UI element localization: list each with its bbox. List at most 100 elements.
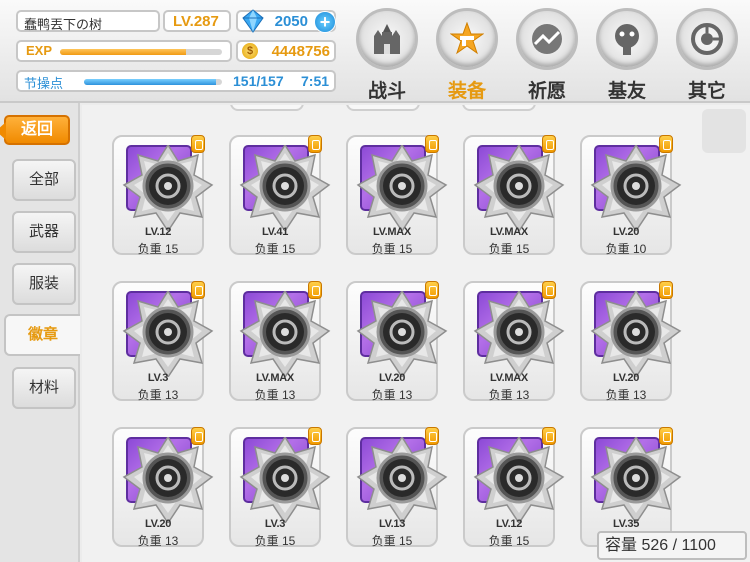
badge-item-card[interactable]: LV.20 负重 13: [346, 281, 448, 402]
top-status-bar: 蠢鸭丟下の树 LV.287 2050 + EXP $ 4448756 节操点 1…: [0, 0, 750, 103]
badge-item-card[interactable]: LV.MAX 负重 13: [463, 281, 565, 402]
item-level: LV.35: [612, 518, 640, 530]
lock-icon[interactable]: [191, 135, 205, 153]
item-weight: 负重 13: [254, 388, 296, 402]
badge-item-card[interactable]: LV.20 负重 10: [580, 135, 682, 256]
badge-item-card[interactable]: LV.13 负重 15: [346, 427, 448, 548]
badge-item-card[interactable]: LV.MAX 负重 15: [346, 135, 448, 256]
badge-item-card[interactable]: LV.12 负重 15: [112, 135, 214, 256]
lock-icon[interactable]: [659, 427, 673, 445]
cat-badge-icon: [590, 291, 682, 377]
nav-battle-label: 战斗: [367, 81, 406, 102]
badge-item-card[interactable]: LV.12 负重 15: [463, 427, 565, 548]
lock-icon[interactable]: [308, 135, 322, 153]
badge-item-card[interactable]: LV.MAX 负重 13: [229, 281, 331, 402]
item-level: LV.20: [612, 226, 640, 238]
crow-badge-icon: [122, 437, 214, 523]
stamina-box: 节操点 151/157 7:51: [16, 70, 336, 92]
tab-materials[interactable]: 材料: [12, 367, 76, 409]
item-weight: 负重 15: [137, 242, 179, 256]
item-weight: 负重 13: [371, 388, 413, 402]
item-level: LV.20: [612, 372, 640, 384]
item-level: LV.MAX: [256, 372, 294, 384]
badge-item-card[interactable]: LV.20 负重 13: [580, 281, 682, 402]
category-sidebar: 返回 全部 武器 服装 徽章 材料: [0, 103, 80, 562]
lock-icon[interactable]: [659, 281, 673, 299]
badge-item-card[interactable]: LV.20 负重 13: [112, 427, 214, 548]
tab-all[interactable]: 全部: [12, 159, 76, 201]
wish-icon: [516, 8, 578, 70]
capacity-counter: 容量 526 / 1100: [597, 531, 747, 560]
item-level: LV.3: [264, 518, 286, 530]
badge-item-card[interactable]: LV.35负重 13: [580, 427, 682, 548]
item-level: LV.20: [144, 518, 172, 530]
player-name: 蠢鸭丟下の树: [24, 17, 103, 32]
lock-icon[interactable]: [659, 135, 673, 153]
exp-progress-fill: [60, 49, 187, 55]
badge-item-card[interactable]: LV.3 负重 15: [229, 427, 331, 548]
nav-friends[interactable]: 基友: [592, 8, 662, 102]
stamina-timer: 7:51: [301, 73, 330, 89]
lock-icon[interactable]: [191, 281, 205, 299]
cross-badge-icon: [356, 437, 448, 523]
exp-progress-bar: [60, 49, 222, 55]
nav-other[interactable]: 其它: [672, 8, 742, 102]
swirl-badge-icon: [590, 437, 682, 523]
target-badge-icon: [122, 291, 214, 377]
lock-icon[interactable]: [425, 281, 439, 299]
item-weight: 负重 15: [488, 534, 530, 548]
lock-icon[interactable]: [425, 427, 439, 445]
monster-badge-icon: [356, 145, 448, 231]
badge-item-card[interactable]: LV.MAX 负重 15: [463, 135, 565, 256]
player-level: LV.287: [173, 13, 219, 30]
item-weight: 负重 15: [371, 242, 413, 256]
skull-badge-icon: [473, 291, 565, 377]
item-weight: 负重 15: [254, 242, 296, 256]
gold-counter: $ 4448756: [236, 40, 336, 62]
lock-icon[interactable]: [425, 135, 439, 153]
badge-item-card[interactable]: LV.3 负重 13: [112, 281, 214, 402]
item-level: LV.MAX: [490, 226, 528, 238]
item-weight: 负重 13: [137, 388, 179, 402]
lock-icon[interactable]: [191, 427, 205, 445]
friend-icon: [596, 8, 658, 70]
nav-equipment[interactable]: 装备: [432, 8, 502, 102]
gold-coin-icon: $: [242, 43, 258, 59]
tab-weapons[interactable]: 武器: [12, 211, 76, 253]
gem-counter: 2050 +: [236, 9, 336, 33]
stamina-label: 节操点: [24, 76, 64, 91]
item-weight: 负重 15: [254, 534, 296, 548]
item-level: LV.13: [378, 518, 406, 530]
badge-item-card[interactable]: LV.41 负重 15: [229, 135, 331, 256]
rifle-badge-icon: [239, 145, 331, 231]
item-weight: 负重 13: [137, 534, 179, 548]
item-level: LV.MAX: [490, 372, 528, 384]
figure-badge-icon: [590, 145, 682, 231]
item-grid[interactable]: LV.12 负重 15 LV.41 负重 15 LV.MAX 负重 15 LV.MAX 负重 …: [82, 105, 750, 562]
nav-friends-label: 基友: [607, 81, 646, 102]
star-gun-icon: [436, 8, 498, 70]
scroll-handle[interactable]: [702, 109, 746, 153]
item-level: LV.12: [144, 226, 172, 238]
lock-icon[interactable]: [542, 427, 556, 445]
lock-icon[interactable]: [542, 281, 556, 299]
stamina-value: 151/157: [233, 73, 284, 89]
nav-wish[interactable]: 祈愿: [512, 8, 582, 102]
item-level: LV.20: [378, 372, 406, 384]
castle-icon: [356, 8, 418, 70]
back-button[interactable]: 返回: [0, 115, 70, 145]
beast-badge-icon: [239, 291, 331, 377]
item-list: LV.12 负重 15 LV.41 负重 15 LV.MAX 负重 15 LV.MAX 负重 …: [82, 105, 750, 562]
item-weight: 负重 13: [488, 388, 530, 402]
tab-clothing[interactable]: 服装: [12, 263, 76, 305]
lock-icon[interactable]: [308, 281, 322, 299]
add-gems-button[interactable]: +: [314, 11, 336, 33]
lock-icon[interactable]: [308, 427, 322, 445]
tab-badges[interactable]: 徽章: [4, 314, 80, 356]
exp-bar-box: EXP: [16, 40, 232, 62]
stamina-progress-bar: [84, 79, 222, 85]
nav-battle[interactable]: 战斗: [352, 8, 422, 102]
lock-icon[interactable]: [542, 135, 556, 153]
nav-equipment-label: 装备: [447, 81, 486, 102]
gem-value: 2050: [274, 13, 308, 30]
